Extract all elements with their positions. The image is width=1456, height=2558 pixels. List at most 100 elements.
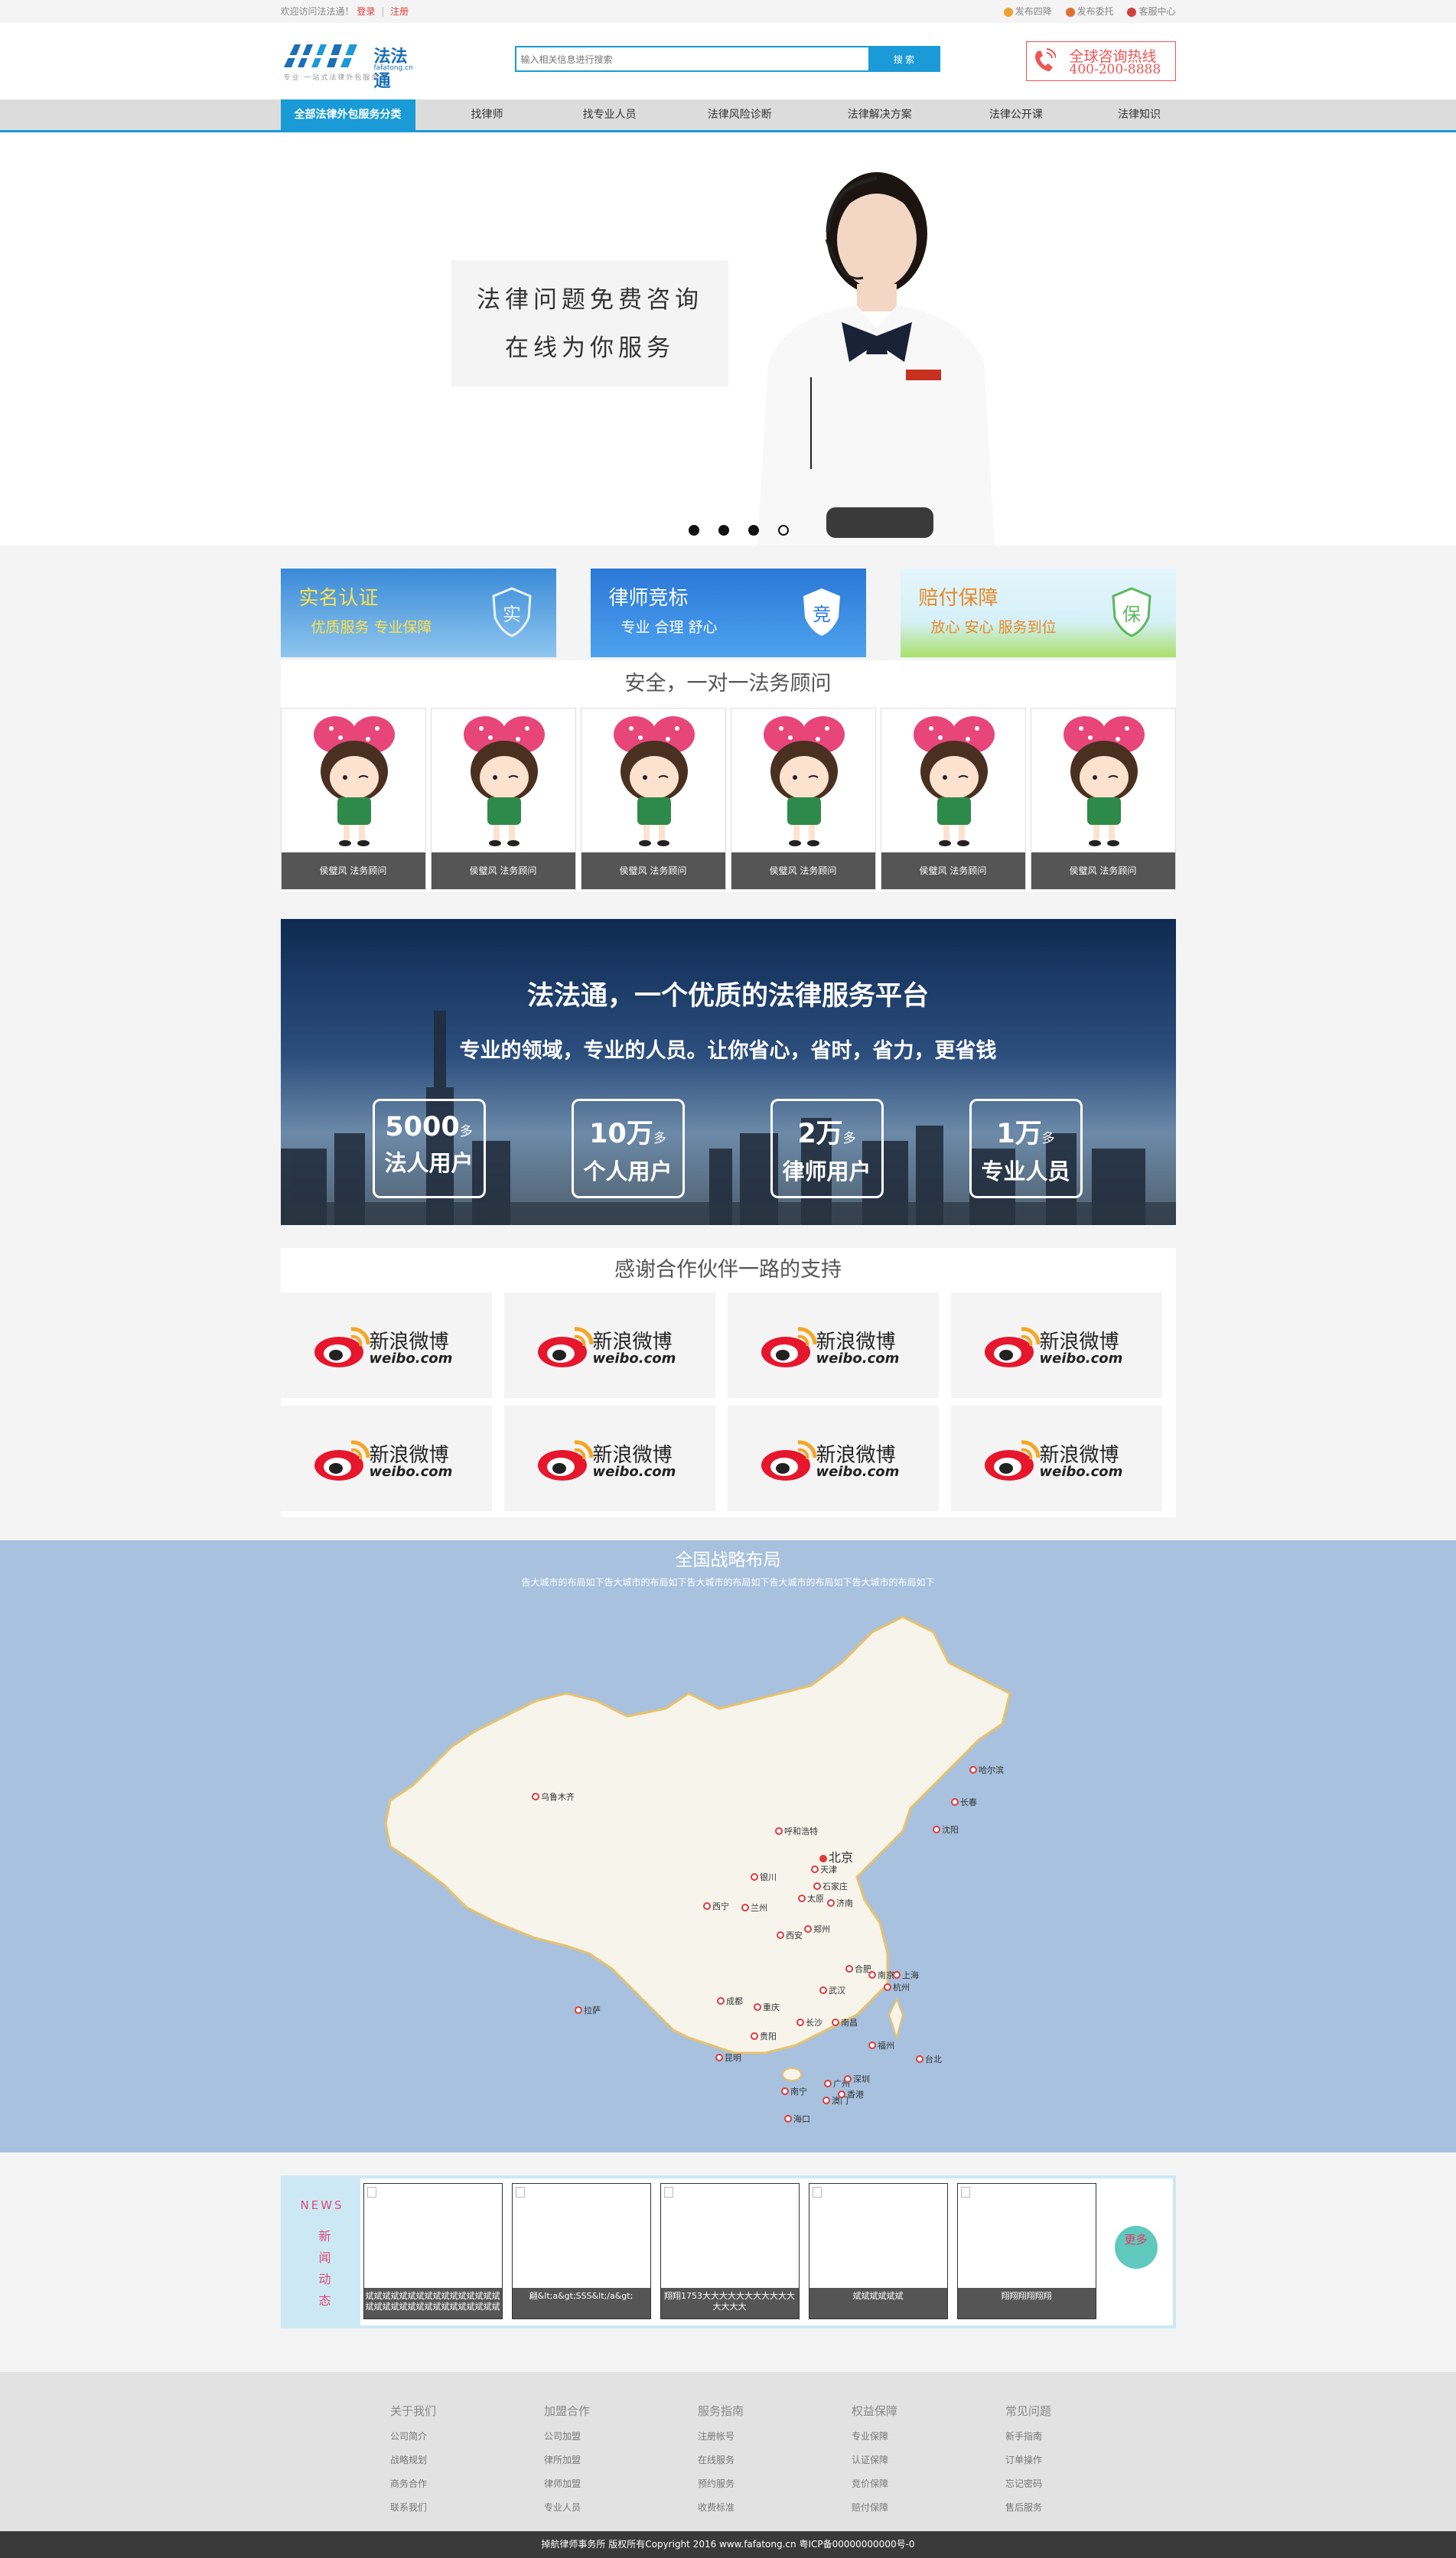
- partners-section: 感谢合作伙伴一路的支持 新浪微博 weibo.com 新浪微博 weibo.com 新浪…: [280, 1248, 1176, 1517]
- partner-logo-weibo[interactable]: 新浪微博 weibo.com: [503, 1292, 715, 1398]
- nav-category-button[interactable]: 全部法律外包服务分类: [280, 99, 415, 130]
- stat-legal-users: 5000多 法人用户: [372, 1099, 486, 1198]
- hainan-outline: [782, 2068, 802, 2081]
- partner-logo-weibo[interactable]: 新浪微博 weibo.com: [280, 1292, 492, 1398]
- news-card[interactable]: 翔翔1753大大大大大大大大大大大大大大大: [660, 2183, 800, 2319]
- advisor-avatar: [313, 716, 395, 846]
- carousel-dot-4[interactable]: [778, 525, 790, 536]
- advisor-card[interactable]: 侯璧风 法务顾问: [880, 708, 1026, 890]
- nav-item-open-course[interactable]: 法律公开课: [974, 99, 1058, 130]
- carousel-dot-2[interactable]: [718, 525, 730, 536]
- nav-item-find-lawyer[interactable]: 找律师: [464, 99, 510, 130]
- site-logo[interactable]: 法法通 fafatong.cn 专业·一站式法律外包服务: [283, 41, 422, 91]
- nav-item-legal-knowledge[interactable]: 法律知识: [1105, 99, 1174, 130]
- news-title: 翔翔翔翔翔翔: [957, 2288, 1096, 2318]
- footer-link[interactable]: 专业人员: [544, 2496, 659, 2520]
- login-link[interactable]: 登录: [357, 6, 375, 17]
- city-label: 西安: [786, 1930, 803, 1940]
- footer-link[interactable]: 收费标准: [698, 2496, 813, 2520]
- register-link[interactable]: 注册: [390, 6, 409, 17]
- partner-logo-weibo[interactable]: 新浪微博 weibo.com: [503, 1406, 715, 1511]
- footer-link[interactable]: 公司简介: [390, 2425, 505, 2449]
- news-label-cn: 新闻动态: [318, 2229, 331, 2308]
- top-link-service-center[interactable]: 客服中心: [1127, 6, 1176, 17]
- search-button[interactable]: 搜 索: [868, 46, 940, 72]
- partner-logo-weibo[interactable]: 新浪微博 weibo.com: [727, 1292, 939, 1398]
- nav-item-risk-diagnosis[interactable]: 法律风险诊断: [694, 99, 786, 130]
- advisor-card[interactable]: 侯璧风 法务顾问: [580, 708, 726, 890]
- nav-item-find-professional[interactable]: 找专业人员: [568, 99, 652, 130]
- footer-link[interactable]: 公司加盟: [544, 2425, 659, 2449]
- footer-link[interactable]: 赔付保障: [852, 2496, 966, 2520]
- shield-icon: 实: [491, 587, 532, 637]
- footer-link[interactable]: 竞价保障: [852, 2472, 966, 2496]
- advisor-card[interactable]: 侯璧风 法务顾问: [280, 708, 426, 890]
- city-marker: [703, 1902, 711, 1910]
- footer-link[interactable]: 在线服务: [698, 2449, 813, 2472]
- city-label: 兰州: [751, 1903, 767, 1913]
- footer-link[interactable]: 律所加盟: [544, 2449, 659, 2472]
- shield-icon: 竞: [803, 588, 840, 636]
- news-card[interactable]: 斌斌斌斌斌斌: [808, 2183, 948, 2319]
- partners-title: 感谢合作伙伴一路的支持: [614, 1258, 842, 1282]
- news-title: 斌斌斌斌斌斌: [809, 2288, 947, 2318]
- top-link-publish-request[interactable]: 发布四降: [1003, 6, 1052, 17]
- carousel-dot-1[interactable]: [689, 525, 699, 536]
- city-label: 海口: [793, 2113, 810, 2124]
- broken-image-icon: [366, 2187, 376, 2198]
- partner-logo-weibo[interactable]: 新浪微博 weibo.com: [280, 1406, 492, 1511]
- footer-link[interactable]: 预约服务: [698, 2472, 813, 2496]
- city-label: 福州: [878, 2040, 894, 2051]
- footer-link[interactable]: 战略规划: [390, 2449, 505, 2472]
- footer-link[interactable]: 联系我们: [390, 2496, 505, 2520]
- footer-column-title: 关于我们: [390, 2404, 437, 2418]
- city-marker: [819, 1986, 827, 1994]
- top-link-publish-entrust[interactable]: 发布委托: [1065, 6, 1114, 17]
- svg-text:保: 保: [1122, 604, 1141, 625]
- footer-link[interactable]: 订单操作: [1005, 2449, 1120, 2472]
- advisor-card[interactable]: 侯璧风 法务顾问: [430, 708, 576, 890]
- city-marker: [532, 1793, 539, 1800]
- advisor-card[interactable]: 侯璧风 法务顾问: [1030, 708, 1176, 890]
- footer-link[interactable]: 商务合作: [390, 2472, 505, 2496]
- footer-column: 关于我们公司简介 战略规划 商务合作 联系我们: [390, 2403, 505, 2520]
- footer-link[interactable]: 注册帐号: [698, 2425, 813, 2449]
- city-marker: [832, 2019, 839, 2026]
- partner-logo-weibo[interactable]: 新浪微博 weibo.com: [727, 1406, 939, 1511]
- city-label: 天津: [820, 1865, 837, 1875]
- stat-personal-users: 10万多 个人用户: [571, 1099, 685, 1198]
- city-label: 昆明: [725, 2053, 741, 2063]
- news-card[interactable]: 斌斌斌斌斌斌斌斌斌斌斌斌斌斌斌斌斌斌斌斌斌斌斌斌斌斌斌斌斌斌斌斌: [363, 2183, 503, 2319]
- news-card[interactable]: 翩&lt;a&gt;SSS&lt;/a&gt;: [511, 2183, 651, 2319]
- broken-image-icon: [960, 2187, 970, 2198]
- city-marker: [798, 1895, 806, 1902]
- partner-logo-weibo[interactable]: 新浪微博 weibo.com: [950, 1406, 1162, 1511]
- footer-link[interactable]: 新手指南: [1005, 2425, 1120, 2449]
- news-label-en: NEWS: [300, 2198, 344, 2212]
- search-input[interactable]: [516, 47, 859, 72]
- news-card[interactable]: 翔翔翔翔翔翔: [956, 2183, 1096, 2319]
- nav-item-solutions[interactable]: 法律解决方案: [834, 99, 926, 130]
- carousel-dot-3[interactable]: [748, 525, 760, 536]
- stat-professionals: 1万多 专业人员: [969, 1099, 1083, 1198]
- city-marker: [884, 1983, 891, 1991]
- footer-link[interactable]: 认证保障: [852, 2449, 966, 2472]
- feature-real-name[interactable]: 实名认证 优质服务 专业保障 实: [280, 569, 556, 657]
- footer-link[interactable]: 售后服务: [1005, 2496, 1120, 2520]
- footer-link[interactable]: 律师加盟: [544, 2472, 659, 2496]
- news-more-button[interactable]: 更多: [1114, 2226, 1158, 2269]
- city-label: 贵阳: [760, 2032, 777, 2042]
- feature-lawyer-bidding[interactable]: 律师竞标 专业 合理 舒心 竞: [590, 569, 866, 657]
- advisor-name: 侯璧风 法务顾问: [431, 852, 575, 889]
- advisor-avatar: [463, 716, 545, 846]
- city-marker: [822, 2097, 830, 2104]
- footer-link[interactable]: 专业保障: [852, 2425, 966, 2449]
- city-label: 香港: [847, 2090, 864, 2100]
- city-marker: [754, 2003, 761, 2011]
- partner-logo-weibo[interactable]: 新浪微博 weibo.com: [950, 1292, 1162, 1398]
- weibo-logo-icon: [984, 1440, 1041, 1481]
- footer-link[interactable]: 忘记密码: [1005, 2472, 1120, 2496]
- advisor-card[interactable]: 侯璧风 法务顾问: [730, 708, 876, 890]
- feature-compensation[interactable]: 赔付保障 放心 安心 服务到位 保: [900, 569, 1176, 657]
- advisors-section: 安全，一对一法务顾问 侯璧风 法务顾问 侯璧风 法务顾问 侯璧风 法务顾问 侯璧风 法…: [280, 660, 1176, 891]
